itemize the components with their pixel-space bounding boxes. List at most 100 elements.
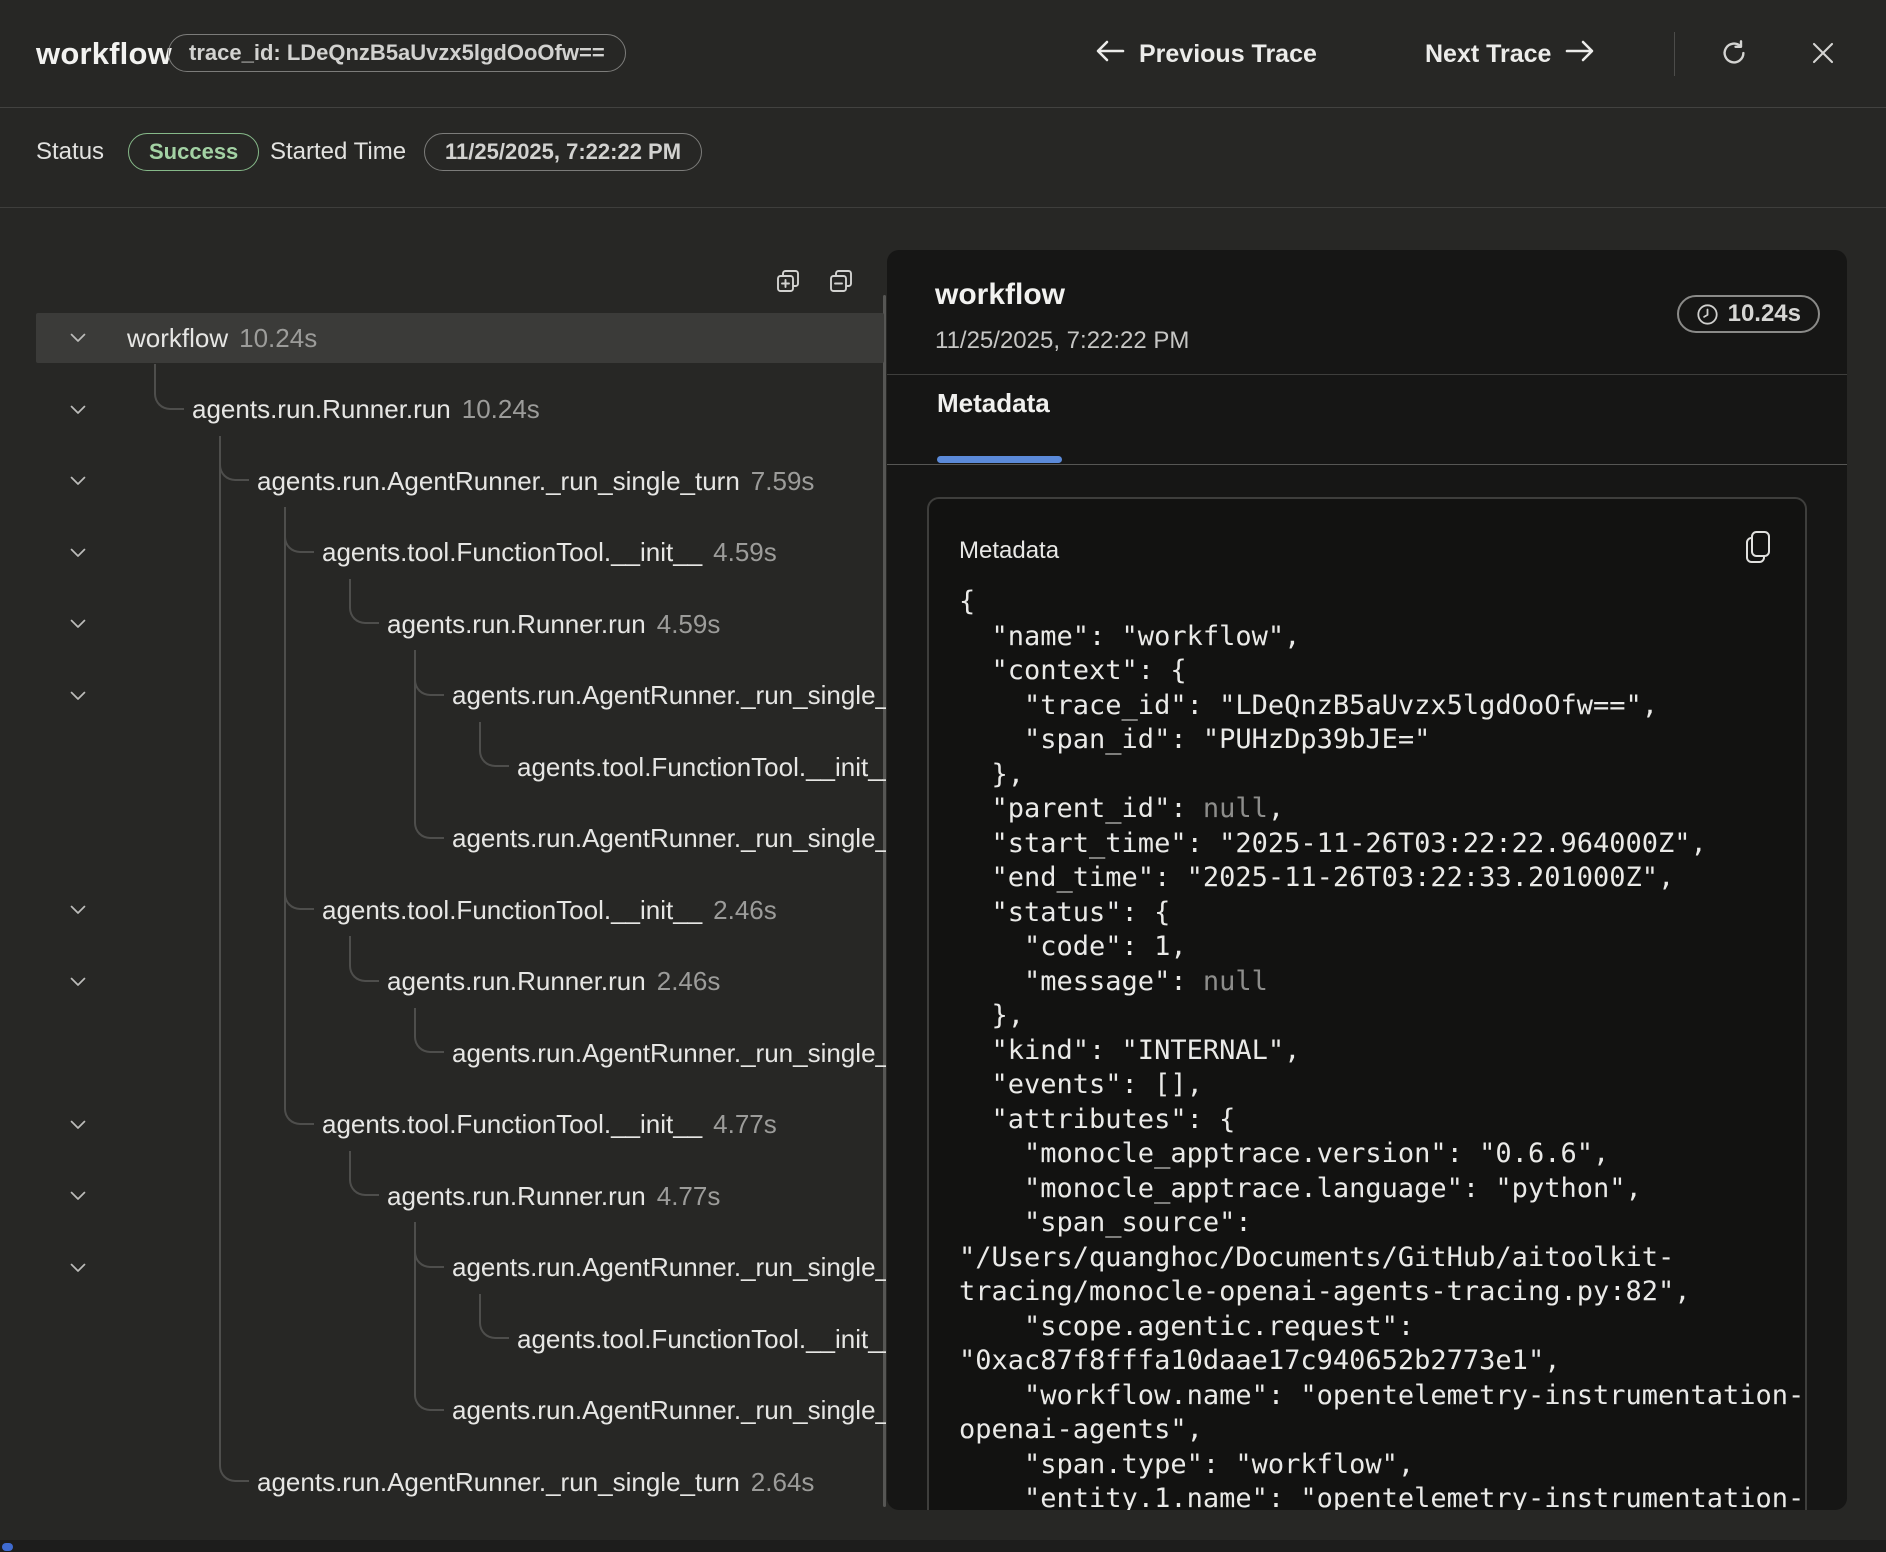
detail-timestamp: 11/25/2025, 7:22:22 PM (935, 327, 1189, 355)
span-duration: 4.77s (713, 1109, 777, 1140)
trace-viewer-window: workflow trace_id: LDeQnzB5aUvzx5lgdOoOf… (0, 0, 1886, 1552)
tree-row[interactable]: agents.tool.FunctionTool.__init__4.59s (36, 528, 884, 578)
started-time-pill: 11/25/2025, 7:22:22 PM (424, 133, 702, 171)
chevron-down-icon[interactable] (70, 1171, 86, 1221)
span-duration: 4.59s (713, 537, 777, 568)
refresh-button[interactable] (1717, 38, 1751, 72)
span-name: agents.run.AgentRunner._run_single_turn (452, 1243, 886, 1293)
chevron-down-icon[interactable] (70, 456, 86, 506)
close-icon (1810, 40, 1836, 71)
status-label: Status (36, 138, 104, 166)
tree-row[interactable]: agents.run.Runner.run4.77s (36, 1171, 884, 1221)
previous-trace-button[interactable]: Previous Trace (1095, 34, 1317, 74)
previous-trace-label: Previous Trace (1139, 40, 1317, 69)
span-duration: 2.46s (713, 895, 777, 926)
span-name: agents.run.Runner.run10.24s (192, 385, 540, 435)
started-time-label: Started Time (270, 138, 406, 166)
chevron-down-icon[interactable] (70, 885, 86, 935)
tree-row[interactable]: agents.tool.FunctionTool.__init__ (36, 1314, 884, 1364)
span-duration: 4.77s (657, 1181, 721, 1212)
span-duration: 10.24s (462, 394, 540, 425)
chevron-down-icon[interactable] (70, 313, 86, 363)
close-button[interactable] (1806, 38, 1840, 72)
expand-all-icon (775, 281, 801, 298)
expand-all-button[interactable] (775, 268, 801, 294)
collapse-all-button[interactable] (828, 268, 854, 294)
tree-row[interactable]: agents.run.Runner.run10.24s (36, 385, 884, 435)
trace-tree: workflow10.24s agents.run.Runner.run10.24… (0, 209, 886, 1510)
span-name: agents.run.Runner.run4.59s (387, 599, 720, 649)
span-name: agents.run.AgentRunner._run_single_turn7… (257, 456, 814, 506)
span-duration: 2.46s (657, 966, 721, 997)
refresh-icon (1719, 38, 1749, 73)
started-time-value: 11/25/2025, 7:22:22 PM (445, 139, 681, 165)
span-name: agents.run.AgentRunner._run_single_turn (452, 814, 886, 864)
chevron-down-icon[interactable] (70, 957, 86, 1007)
collapse-all-icon (828, 281, 854, 298)
arrow-left-icon (1095, 39, 1125, 70)
active-tab-indicator (937, 456, 1062, 463)
tab-metadata[interactable]: Metadata (937, 388, 1050, 419)
tree-row[interactable]: agents.run.AgentRunner._run_single_turn (36, 814, 884, 864)
span-name: agents.tool.FunctionTool.__init__ (517, 742, 886, 792)
span-name: agents.run.AgentRunner._run_single_turn (452, 671, 886, 721)
detail-header-divider (887, 374, 1847, 375)
span-detail-panel: workflow 10.24s 11/25/2025, 7:22:22 PM M… (887, 250, 1847, 1510)
duration-badge: 10.24s (1677, 295, 1820, 333)
chevron-down-icon[interactable] (70, 528, 86, 578)
top-header: workflow trace_id: LDeQnzB5aUvzx5lgdOoOf… (0, 0, 1886, 108)
span-duration: 2.64s (751, 1467, 815, 1498)
next-trace-button[interactable]: Next Trace (1425, 34, 1595, 74)
trace-id-pill: trace_id: LDeQnzB5aUvzx5lgdOoOfw== (168, 34, 626, 72)
arrow-right-icon (1565, 39, 1595, 70)
next-trace-label: Next Trace (1425, 40, 1551, 69)
span-duration: 10.24s (239, 323, 317, 354)
header-divider (1674, 32, 1675, 76)
span-name: agents.run.Runner.run4.77s (387, 1171, 720, 1221)
copy-button[interactable] (1741, 529, 1775, 569)
span-name: agents.run.AgentRunner._run_single_turn (452, 1386, 886, 1436)
tree-row[interactable]: agents.run.Runner.run2.46s (36, 957, 884, 1007)
span-duration: 4.59s (657, 609, 721, 640)
tree-row[interactable]: agents.tool.FunctionTool.__init__ (36, 742, 884, 792)
span-duration: 7.59s (751, 466, 815, 497)
clock-icon (1696, 303, 1719, 326)
chevron-down-icon[interactable] (70, 1100, 86, 1150)
copy-icon (1743, 529, 1773, 570)
trace-id-text: trace_id: LDeQnzB5aUvzx5lgdOoOfw== (189, 40, 605, 66)
tree-row[interactable]: agents.tool.FunctionTool.__init__4.77s (36, 1100, 884, 1150)
tree-row[interactable]: agents.run.AgentRunner._run_single_turn (36, 1386, 884, 1436)
tree-row[interactable]: agents.run.AgentRunner._run_single_turn (36, 1243, 884, 1293)
span-name: agents.tool.FunctionTool.__init__2.46s (322, 885, 777, 935)
tab-row-divider (887, 464, 1847, 465)
chevron-down-icon[interactable] (70, 599, 86, 649)
detail-title: workflow (935, 278, 1065, 312)
span-name: agents.run.AgentRunner._run_single_turn (452, 1028, 886, 1078)
tree-row[interactable]: agents.run.Runner.run4.59s (36, 599, 884, 649)
metadata-card: Metadata { "name": "workflow", "context"… (927, 497, 1807, 1510)
status-value: Success (149, 139, 238, 165)
bottom-left-accent (2, 1543, 13, 1551)
tree-row[interactable]: agents.run.AgentRunner._run_single_turn (36, 1028, 884, 1078)
span-name: agents.tool.FunctionTool.__init__ (517, 1314, 886, 1364)
status-bar: Status Success Started Time 11/25/2025, … (0, 109, 1886, 208)
page-title: workflow (36, 36, 172, 72)
span-name: workflow10.24s (127, 313, 317, 363)
tree-row[interactable]: agents.tool.FunctionTool.__init__2.46s (36, 885, 884, 935)
span-name: agents.run.AgentRunner._run_single_turn2… (257, 1457, 814, 1507)
duration-value: 10.24s (1728, 300, 1801, 328)
status-badge: Success (128, 133, 259, 171)
metadata-card-title: Metadata (959, 537, 1059, 565)
tree-row[interactable]: agents.run.AgentRunner._run_single_turn7… (36, 456, 884, 506)
bottom-window-strip (0, 1540, 1886, 1552)
tree-row[interactable]: workflow10.24s (36, 313, 884, 363)
span-name: agents.tool.FunctionTool.__init__4.77s (322, 1100, 777, 1150)
chevron-down-icon[interactable] (70, 385, 86, 435)
tree-row[interactable]: agents.run.AgentRunner._run_single_turn2… (36, 1457, 884, 1507)
tree-row[interactable]: agents.run.AgentRunner._run_single_turn (36, 671, 884, 721)
span-name: agents.tool.FunctionTool.__init__4.59s (322, 528, 777, 578)
metadata-json[interactable]: { "name": "workflow", "context": { "trac… (959, 585, 1789, 1510)
chevron-down-icon[interactable] (70, 1243, 86, 1293)
span-name: agents.run.Runner.run2.46s (387, 957, 720, 1007)
chevron-down-icon[interactable] (70, 671, 86, 721)
